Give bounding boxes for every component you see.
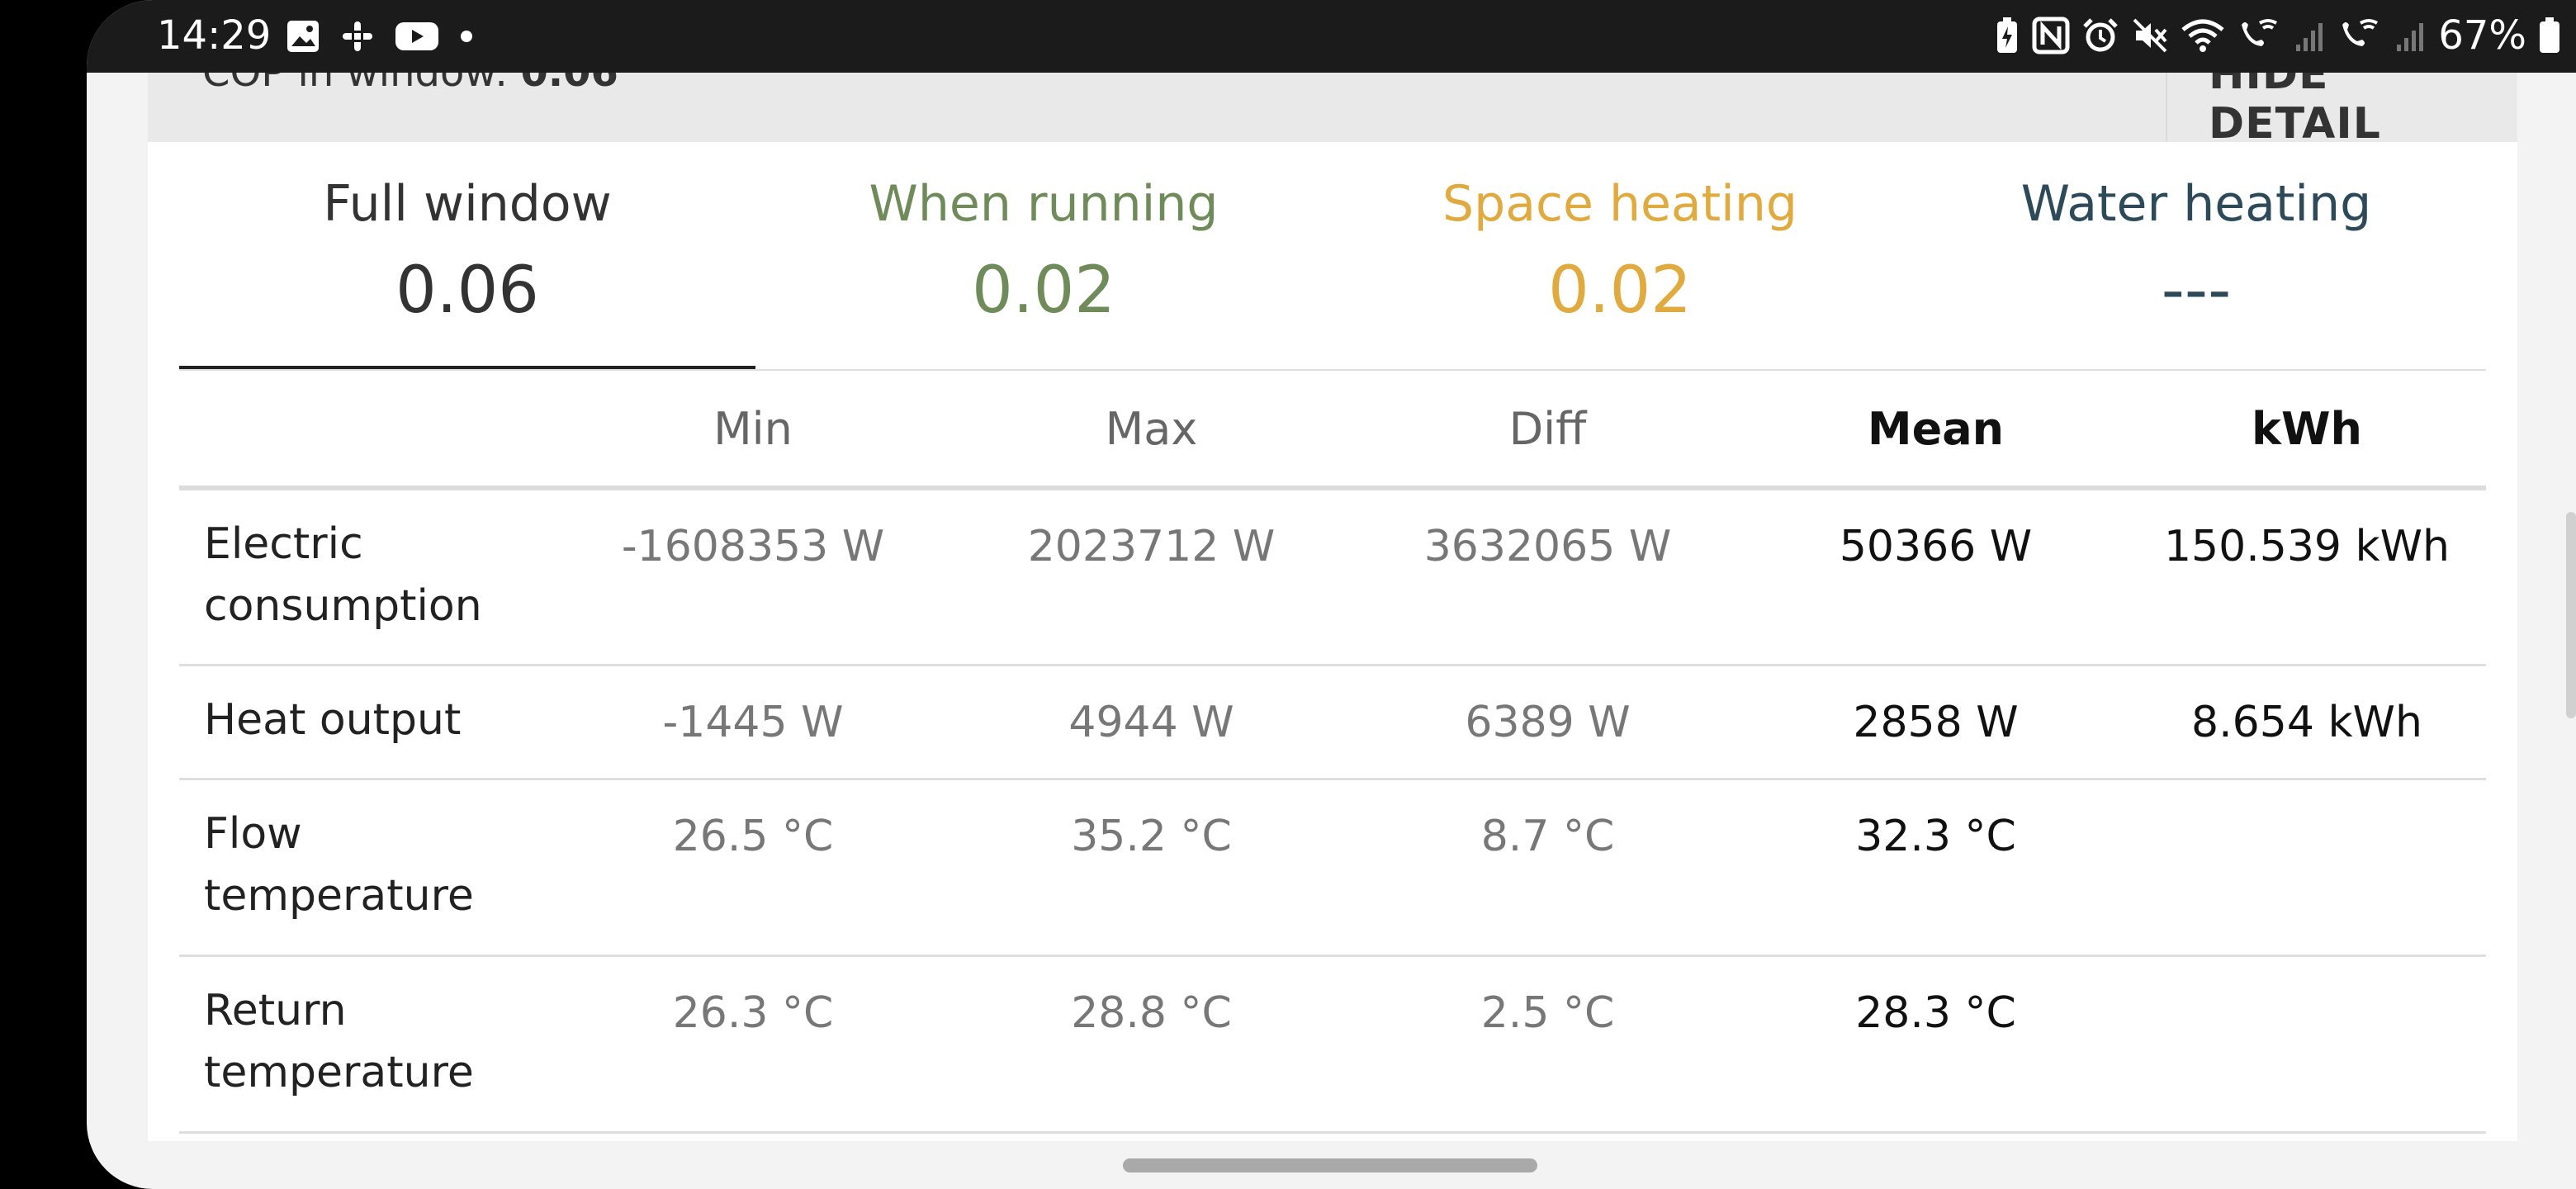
cell-kwh: 150.539 kWh	[2163, 522, 2451, 571]
tab-space-heating[interactable]: Space heating 0.02	[1332, 142, 1908, 369]
tab-label: When running	[869, 175, 1219, 233]
app-screen: 14:29 67% COP in window: 0.06 HIDE DETAI…	[87, 0, 2576, 1189]
tab-water-heating[interactable]: Water heating ---	[1908, 142, 2484, 369]
stats-table: Min Max Diff Mean kWh Electric consumpti…	[179, 372, 2486, 1134]
cop-tabs: Full window 0.06 When running 0.02 Space…	[179, 142, 2486, 369]
detail-card: Full window 0.06 When running 0.02 Space…	[148, 142, 2517, 1141]
cell-diff: 8.7 °C	[1480, 811, 1615, 861]
tab-label: Space heating	[1442, 175, 1797, 233]
cell-max: 4944 W	[1068, 697, 1234, 747]
wifi-call-2-icon	[2342, 19, 2379, 46]
cell-min: -1608353 W	[621, 522, 885, 571]
cell-max: 2023712 W	[1027, 522, 1276, 571]
cell-mean: 50366 W	[1839, 522, 2033, 571]
cell-mean: 2858 W	[1853, 697, 2019, 747]
battery-icon	[2540, 17, 2559, 53]
header-kwh: kWh	[2252, 402, 2362, 455]
cell-min: 26.5 °C	[672, 811, 834, 861]
cell-kwh	[2128, 955, 2486, 1132]
cell-mean: 32.3 °C	[1855, 811, 2016, 861]
signal-2-icon	[2397, 23, 2424, 51]
row-label: Flow temperature	[204, 808, 474, 921]
table-row: Return temperature 26.3 °C 28.8 °C 2.5 °…	[179, 955, 2486, 1132]
gallery-icon	[287, 21, 319, 52]
header-mean: Mean	[1867, 402, 2005, 455]
tab-label: Full window	[323, 175, 612, 233]
wifi-call-1-icon	[2242, 19, 2278, 46]
tab-value: 0.02	[1548, 253, 1692, 328]
alarm-icon	[2083, 18, 2119, 52]
cell-diff: 2.5 °C	[1480, 988, 1615, 1038]
row-label: Return temperature	[204, 985, 474, 1097]
status-left-icons	[285, 13, 475, 59]
tab-full-window[interactable]: Full window 0.06	[179, 142, 755, 369]
row-label: Electric consumption	[204, 519, 482, 631]
table-row: Flow temperature 26.5 °C 35.2 °C 8.7 °C …	[179, 779, 2486, 955]
tabs-divider	[179, 369, 2486, 371]
status-time: 14:29	[157, 12, 272, 59]
header-min: Min	[713, 402, 793, 455]
scrollbar-thumb[interactable]	[2566, 512, 2576, 718]
cell-kwh	[2128, 779, 2486, 955]
cell-min: 26.3 °C	[672, 988, 834, 1038]
table-row: Electric consumption -1608353 W 2023712 …	[179, 488, 2486, 665]
slack-icon	[343, 21, 372, 51]
wifi-icon	[2181, 19, 2224, 52]
dot-icon	[461, 31, 472, 42]
header-empty	[179, 372, 555, 488]
table-row: Heat output -1445 W 4944 W 6389 W 2858 W…	[179, 665, 2486, 779]
cell-max: 35.2 °C	[1071, 811, 1232, 861]
youtube-icon	[395, 22, 438, 50]
cell-kwh: 8.654 kWh	[2191, 697, 2422, 747]
tab-value: 0.06	[395, 253, 539, 328]
tab-when-running[interactable]: When running 0.02	[755, 142, 1332, 369]
nfc-icon	[2032, 17, 2070, 54]
tab-value: ---	[2161, 253, 2232, 328]
cell-min: -1445 W	[662, 697, 844, 747]
mute-icon	[2133, 18, 2167, 53]
signal-1-icon	[2296, 23, 2323, 51]
tab-value: 0.02	[972, 253, 1115, 328]
cell-mean: 28.3 °C	[1855, 988, 2016, 1038]
cell-max: 28.8 °C	[1071, 988, 1232, 1038]
header-diff: Diff	[1508, 402, 1587, 455]
battery-percent: 67%	[2438, 12, 2526, 59]
tab-label: Water heating	[2020, 175, 2372, 233]
table-header-row: Min Max Diff Mean kWh	[179, 372, 2486, 488]
battery-saver-icon	[1997, 17, 2018, 53]
status-bar: 14:29 67%	[87, 0, 2576, 73]
cell-diff: 6389 W	[1465, 697, 1631, 747]
cell-diff: 3632065 W	[1423, 522, 1672, 571]
header-max: Max	[1105, 402, 1198, 455]
home-gesture-bar[interactable]	[1123, 1158, 1537, 1172]
row-label: Heat output	[204, 694, 462, 745]
status-right: 67%	[1994, 8, 2561, 63]
